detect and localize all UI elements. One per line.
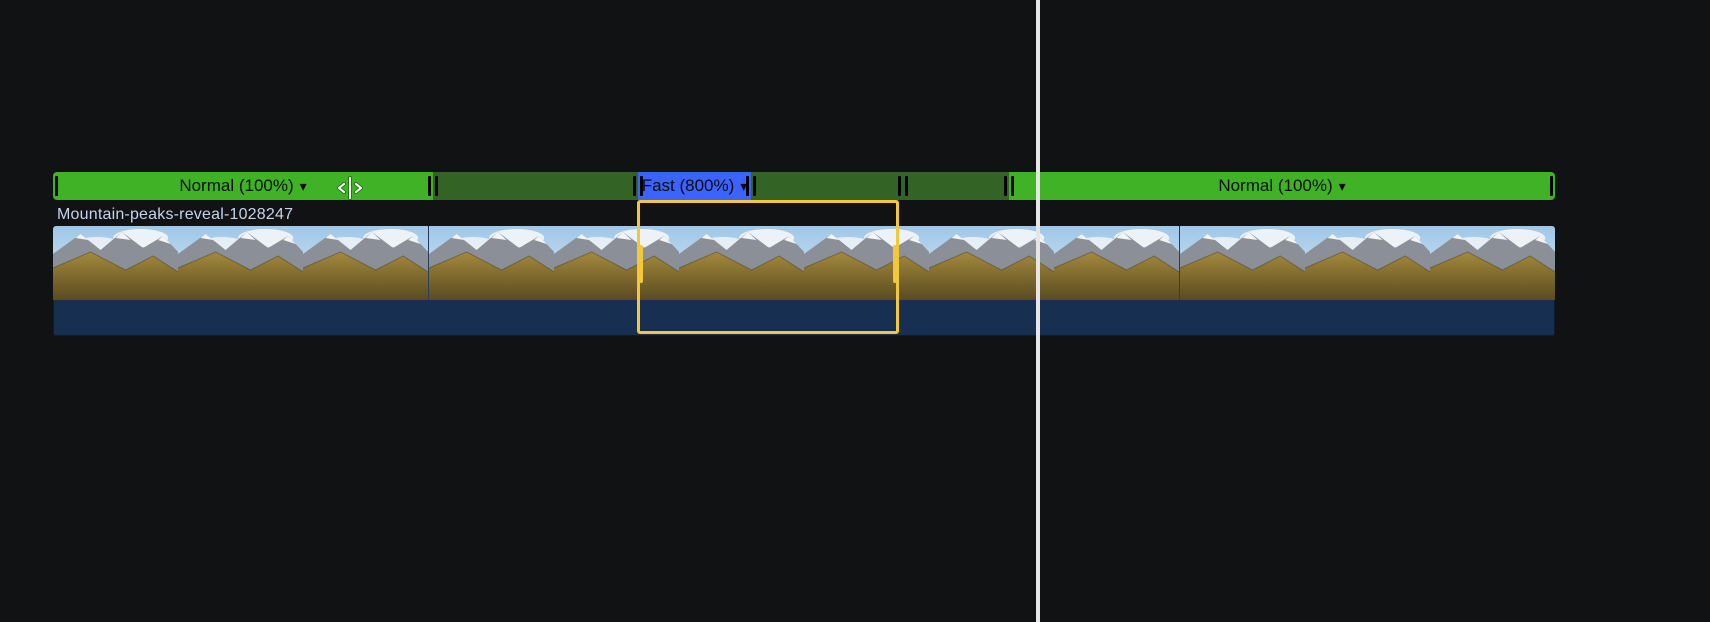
speed-segment-handle[interactable] [435,176,438,196]
clip-thumbnail [554,226,679,300]
clip-thumbnail [429,226,554,300]
speed-segment-fast[interactable]: Fast (800%)▾ [638,172,751,200]
clip-thumbnail [303,226,428,300]
speed-segment-dim[interactable] [751,172,903,200]
clip-thumbnail [1305,226,1430,300]
timeline-clip[interactable]: Mountain-peaks-reveal-1028247 [53,204,1555,336]
clip-thumbnail [1430,226,1555,300]
clip-body[interactable] [53,226,1555,336]
speed-segment-handle[interactable] [1550,176,1553,196]
speed-segment-handle[interactable] [905,176,908,196]
speed-segment-handle[interactable] [55,176,58,196]
chevron-down-icon[interactable]: ▾ [1339,178,1346,195]
speed-segment-label[interactable]: Normal (100%)▾ [1218,176,1345,196]
speed-segment-handle[interactable] [898,176,901,196]
speed-segment-handle[interactable] [633,176,636,196]
speed-segment-handle[interactable] [428,176,431,196]
clip-thumbnail [679,226,804,300]
speed-segment-normal[interactable]: Normal (100%)▾ [1009,172,1555,200]
clip-thumbnail [804,226,929,300]
timeline-area: Normal (100%)▾Fast (800%)▾Normal (100%)▾… [0,172,1710,336]
chevron-down-icon[interactable]: ▾ [300,178,307,195]
clip-thumbnail [178,226,303,300]
speed-segment-handle[interactable] [746,176,749,196]
speed-segment-dim[interactable] [433,172,638,200]
speed-segment-handle[interactable] [1004,176,1007,196]
speed-segment-label[interactable]: Normal (100%)▾ [179,176,306,196]
speed-segment-handle[interactable] [1011,176,1014,196]
speed-segment-label[interactable]: Fast (800%)▾ [642,176,748,196]
playhead[interactable] [1036,0,1040,622]
clip-thumbnails [53,226,1555,300]
speed-segment-normal[interactable]: Normal (100%)▾ [53,172,433,200]
speed-segment-dim[interactable] [903,172,1009,200]
clip-thumbnail [1054,226,1179,300]
speed-segment-handle[interactable] [640,176,643,196]
retime-speed-bar[interactable]: Normal (100%)▾ Fast (800%)▾ Normal (100%)▾ [53,172,1555,200]
clip-thumbnail [53,226,178,300]
speed-segment-handle[interactable] [753,176,756,196]
clip-title: Mountain-peaks-reveal-1028247 [53,204,1555,226]
clip-thumbnail [1180,226,1305,300]
